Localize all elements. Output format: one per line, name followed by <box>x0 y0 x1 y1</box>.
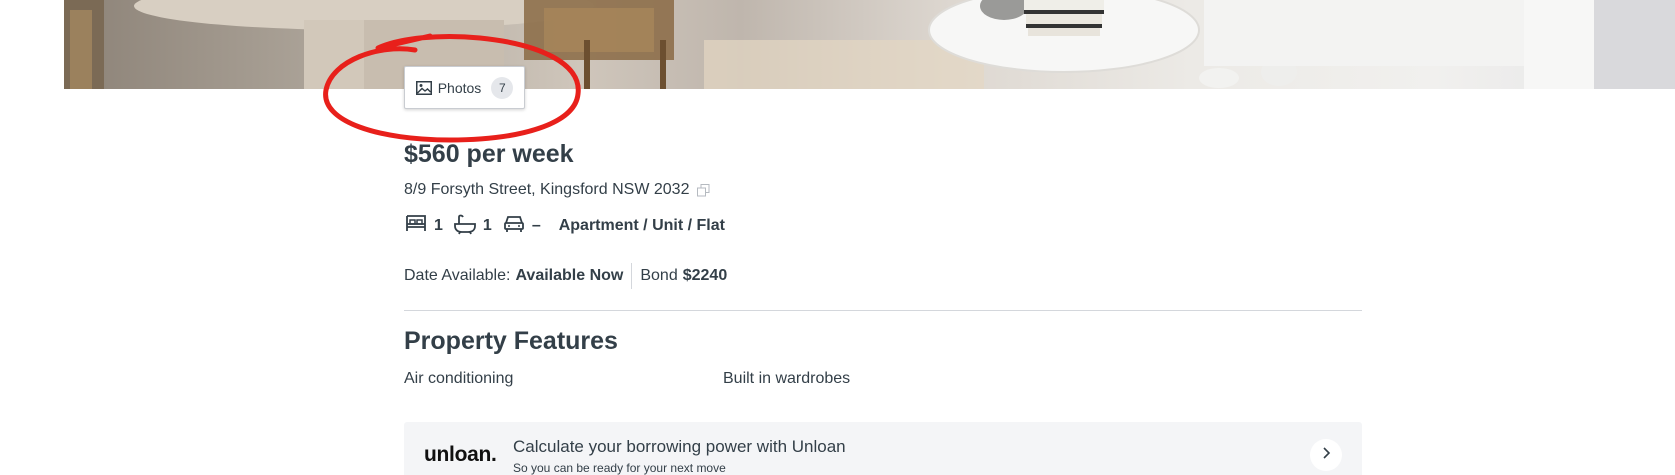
unloan-logo: unloan. <box>424 443 497 466</box>
bed-icon <box>404 213 428 240</box>
bathrooms-count: 1 <box>482 217 492 234</box>
bathrooms: 1 <box>453 213 492 240</box>
bath-icon <box>453 213 477 240</box>
section-divider <box>404 310 1362 311</box>
address: 8/9 Forsyth Street, Kingsford NSW 2032 <box>404 181 690 198</box>
picture-icon <box>415 80 432 95</box>
bedrooms: 1 <box>404 213 443 240</box>
car-icon <box>502 213 526 240</box>
feature-item: Built in wardrobes <box>723 370 851 387</box>
photos-button[interactable]: Photos 7 <box>404 66 525 109</box>
unloan-next-button[interactable] <box>1310 439 1342 471</box>
date-available-value: Available Now <box>515 267 624 284</box>
feature-item: Air conditioning <box>404 370 514 387</box>
hero-image[interactable] <box>64 0 1675 89</box>
bedrooms-count: 1 <box>434 217 443 234</box>
hero-photo-illustration <box>64 0 1675 89</box>
property-summary: 1 1 – Apartment / Unit / Flat <box>404 214 725 238</box>
chevron-right-icon <box>1321 446 1331 465</box>
parking: – <box>502 213 541 240</box>
property-type: Apartment / Unit / Flat <box>558 217 725 234</box>
copy-icon[interactable] <box>697 183 710 197</box>
divider <box>631 263 633 289</box>
bond-label: Bond <box>640 267 678 284</box>
address-row: 8/9 Forsyth Street, Kingsford NSW 2032 <box>404 181 710 199</box>
unloan-banner[interactable]: unloan. Calculate your borrowing power w… <box>404 422 1362 475</box>
unloan-text: Calculate your borrowing power with Unlo… <box>513 437 846 475</box>
page: Photos 7 $560 per week 8/9 Forsyth Stree… <box>0 0 1675 475</box>
property-features-title: Property Features <box>404 327 618 355</box>
availability-row: Date Available: Available Now Bond $2240 <box>404 263 727 289</box>
unloan-title: Calculate your borrowing power with Unlo… <box>513 437 846 456</box>
parking-count: – <box>531 217 541 234</box>
feature-list: Air conditioning Built in wardrobes <box>404 370 1362 392</box>
bond-value: $2240 <box>682 267 728 284</box>
photos-count-badge: 7 <box>491 76 514 99</box>
price: $560 per week <box>404 140 574 168</box>
date-available-label: Date Available: <box>404 267 511 284</box>
unloan-subtitle: So you can be ready for your next move <box>513 461 726 475</box>
photos-label: Photos <box>437 79 482 96</box>
